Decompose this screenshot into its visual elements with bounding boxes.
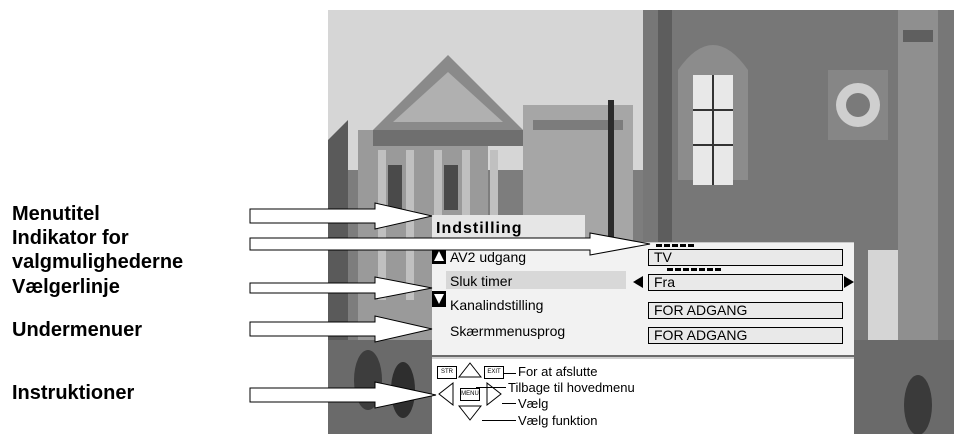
- arrow-vaelgerlinje-icon: [249, 276, 433, 300]
- arrow-undermenuer-icon: [249, 315, 433, 343]
- arrow-instruktioner-icon: [249, 381, 437, 409]
- arrow-indicator-icon: [249, 232, 651, 256]
- callout-arrows: [249, 202, 651, 409]
- arrow-menutitel-icon: [249, 202, 433, 230]
